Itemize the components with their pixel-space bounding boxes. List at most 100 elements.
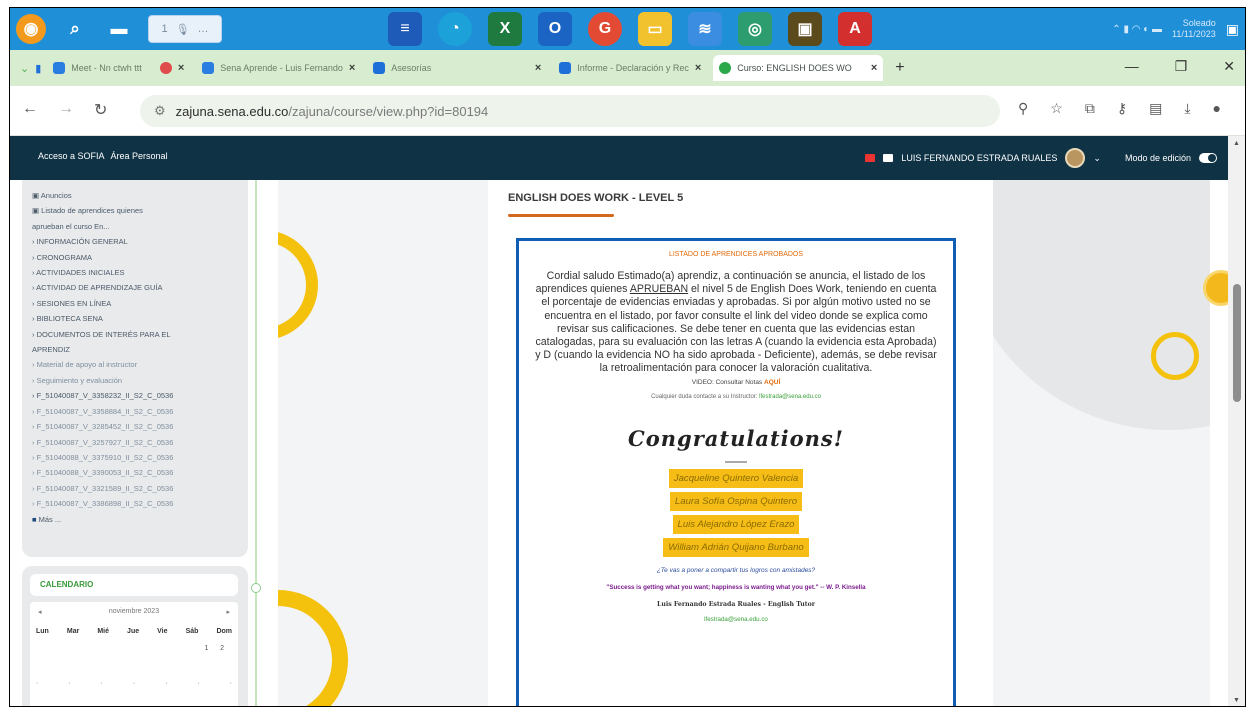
terminal-app-icon[interactable]: ≋ (688, 12, 722, 46)
forward-icon[interactable]: → (58, 100, 74, 120)
calendar-body: ◂ noviembre 2023 ▸ Lun Mar Mié Jue Vie S… (30, 602, 238, 706)
word-app-icon[interactable]: ≡ (388, 12, 422, 46)
edge-app-icon[interactable]: ◔ (438, 12, 472, 46)
url-field[interactable]: ⚙ zajuna.sena.edu.co/zajuna/course/view.… (140, 95, 1000, 127)
chevron-down-icon[interactable]: ⌄ (1093, 153, 1101, 164)
aprueban-emphasis: APRUEBAN (629, 283, 689, 296)
search-icon[interactable]: ⌕ (60, 14, 90, 44)
zoom-icon[interactable]: ⚲ (1018, 100, 1028, 117)
file-explorer-app-icon[interactable]: ▭ (638, 12, 672, 46)
contact-email-link[interactable]: lfestrada@sena.edu.co (759, 394, 821, 400)
close-tab-icon[interactable]: × (178, 62, 184, 74)
close-tab-icon[interactable]: × (535, 62, 541, 74)
section-seguimiento[interactable]: › Seguimiento y evaluación (32, 373, 238, 388)
section-informacion-general[interactable]: › INFORMACIÓN GENERAL (32, 234, 238, 249)
excel-app-icon[interactable]: X (488, 12, 522, 46)
microphone-icon: 🎙 (175, 23, 190, 36)
tab-asesorias[interactable]: Asesorías × (367, 55, 547, 81)
course-index-item[interactable]: ▣ Listado de aprendices quienes (32, 203, 238, 218)
section-documentos-interes[interactable]: › DOCUMENTOS DE INTERÉS PARA EL (32, 327, 238, 342)
minimize-icon[interactable]: — (1125, 58, 1139, 75)
site-info-icon[interactable]: ⚙ (154, 103, 166, 119)
tab-search-icon[interactable]: ⌄ (20, 62, 29, 75)
files-app-icon[interactable]: ▣ (788, 12, 822, 46)
group-item[interactable]: › F_51040088_V_3375910_II_S2_C_0536 (32, 450, 238, 465)
notifications-icon[interactable]: ▣ (1226, 21, 1239, 38)
tab-curso-english[interactable]: Curso: ENGLISH DOES WO × (713, 55, 884, 81)
wifi-icon[interactable]: ⌃ ▮ ◠ ◐ ▬ (1112, 24, 1162, 35)
page-scrollbar[interactable]: ▲ ▼ (1228, 136, 1245, 706)
meet-favicon (53, 62, 66, 74)
window-controls: — ❐ ✕ (1125, 58, 1235, 75)
task-view-icon[interactable]: ▬ (104, 14, 134, 44)
edit-mode-toggle[interactable] (1199, 153, 1217, 163)
section-sesiones-en-linea[interactable]: › SESIONES EN LÍNEA (32, 296, 238, 311)
photos-app-icon[interactable]: ◎ (738, 12, 772, 46)
acrobat-app-icon[interactable]: A (838, 12, 872, 46)
drawer-handle[interactable] (251, 583, 261, 593)
section-actividades-iniciales[interactable]: › ACTIVIDADES INICIALES (32, 265, 238, 280)
close-tab-icon[interactable]: × (349, 62, 355, 74)
signature-email-link[interactable]: lfestrada@sena.edu.co (519, 616, 953, 623)
tab-informe[interactable]: Informe - Declaración y Rec × (553, 55, 707, 81)
tray-date: 11/11/2023 (1172, 29, 1216, 39)
scroll-down-icon[interactable]: ▼ (1233, 697, 1240, 704)
tab-sena-aprende[interactable]: Sena Aprende - Luis Fernando × (196, 55, 361, 81)
outlook-app-icon[interactable]: O (538, 12, 572, 46)
reading-list-icon[interactable]: ▤ (1149, 100, 1162, 117)
profile-key-icon[interactable]: ⚷ (1117, 100, 1127, 117)
download-icon[interactable]: ⤓ (1184, 100, 1190, 117)
approved-list: Jacqueline Quintero Valencia Laura Sofía… (519, 468, 953, 557)
taskbar-search-text: 1 (161, 23, 168, 35)
section-biblioteca-sena[interactable]: › BIBLIOTECA SENA (32, 311, 238, 326)
language-flag-icon[interactable] (865, 154, 876, 162)
bookmark-star-icon[interactable]: ☆ (1050, 100, 1063, 117)
tray-clock[interactable]: Soleado 11/11/2023 (1172, 18, 1216, 40)
next-month-icon[interactable]: ▸ (226, 608, 230, 616)
success-quote: "Success is getting what you want; happi… (606, 583, 866, 591)
tab-red[interactable]: × (154, 55, 190, 81)
avatar[interactable] (1065, 148, 1086, 168)
more-link[interactable]: ■ Más ... (32, 512, 238, 527)
group-item[interactable]: › F_51040088_V_3390053_II_S2_C_0536 (32, 465, 238, 480)
maximize-icon[interactable]: ❐ (1175, 58, 1188, 75)
calendar-first-week: 1 2 (204, 645, 224, 652)
user-name[interactable]: LUIS FERNANDO ESTRADA RUALES (901, 153, 1057, 163)
tab-meet[interactable]: Meet - Nn ctwh ttt (47, 55, 148, 81)
close-tab-icon[interactable]: × (871, 62, 877, 74)
nav-link-area-personal[interactable]: Área Personal (111, 151, 168, 161)
extensions-icon[interactable]: ⧉ (1085, 100, 1095, 117)
reload-icon[interactable]: ↻ (94, 100, 107, 120)
back-icon[interactable]: ← (22, 100, 38, 120)
prev-month-icon[interactable]: ◂ (38, 608, 42, 616)
notification-icon[interactable] (883, 154, 894, 162)
close-window-icon[interactable]: ✕ (1223, 58, 1235, 75)
group-item[interactable]: › F_51040087_V_3285452_II_S2_C_0536 (32, 419, 238, 434)
menu-kebab-icon[interactable]: ⋮ (1243, 100, 1245, 117)
new-tab-icon[interactable]: + (895, 59, 904, 77)
chrome-app-icon[interactable]: G (588, 12, 622, 46)
group-item[interactable]: › F_51040087_V_3321589_II_S2_C_0536 (32, 481, 238, 496)
group-item[interactable]: › F_51040087_V_3358884_II_S2_C_0536 (32, 404, 238, 419)
scroll-thumb[interactable] (1233, 284, 1241, 402)
address-bar-row: ← → ↻ ⚙ zajuna.sena.edu.co/zajuna/course… (10, 86, 1245, 136)
approved-student: Luis Alejandro López Erazo (672, 514, 800, 534)
scroll-up-icon[interactable]: ▲ (1233, 140, 1240, 147)
section-cronograma[interactable]: › CRONOGRAMA (32, 250, 238, 265)
approved-student: Laura Sofía Ospina Quintero (669, 491, 803, 511)
tab-group-icon[interactable]: ▮ (35, 62, 41, 75)
approved-student: Jacqueline Quintero Valencia (668, 468, 804, 488)
nav-link-sofia[interactable]: Acceso a SOFIA (38, 151, 105, 161)
calendar-month: ◂ noviembre 2023 ▸ (38, 608, 230, 616)
group-item[interactable]: › F_51040087_V_3358232_II_S2_C_0536 (32, 388, 238, 403)
course-index-item[interactable]: ▣ Anuncios (32, 188, 238, 203)
section-actividad-aprendizaje[interactable]: › ACTIVIDAD DE APRENDIZAJE GUÍA (32, 280, 238, 295)
taskbar-search-input[interactable]: 1 🎙 … (148, 15, 222, 43)
profile-avatar-icon[interactable]: ● (1213, 100, 1221, 117)
section-material-apoyo[interactable]: › Material de apoyo al instructor (32, 357, 238, 372)
video-link[interactable]: AQUÍ (764, 379, 780, 386)
start-menu-icon[interactable]: ◉ (16, 14, 46, 44)
group-item[interactable]: › F_51040087_V_3386898_II_S2_C_0536 (32, 496, 238, 511)
close-tab-icon[interactable]: × (695, 62, 701, 74)
group-item[interactable]: › F_51040087_V_3257927_II_S2_C_0536 (32, 435, 238, 450)
